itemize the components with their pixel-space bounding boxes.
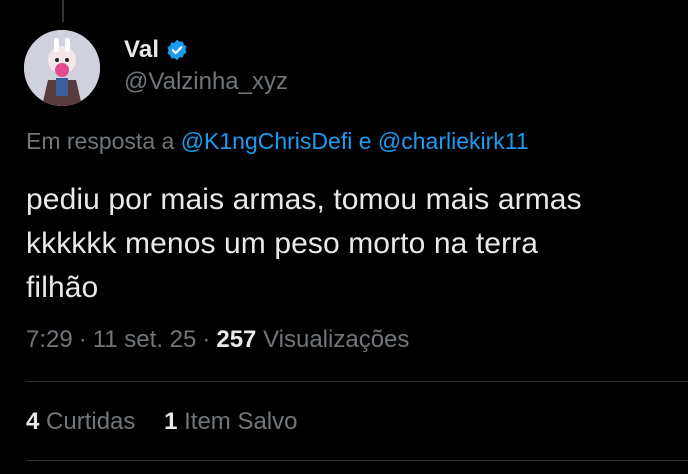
avatar[interactable] bbox=[24, 30, 100, 106]
author-handle[interactable]: @Valzinha_xyz bbox=[124, 68, 288, 96]
separator-dot: · bbox=[78, 326, 87, 353]
separator-dot: · bbox=[202, 326, 211, 353]
tweet-text-line: filhão bbox=[26, 271, 99, 304]
author-name-row: Val bbox=[124, 34, 188, 66]
likes-count: 4 bbox=[26, 408, 40, 435]
likes-label: Curtidas bbox=[46, 408, 136, 435]
views-count[interactable]: 257 bbox=[216, 326, 256, 353]
reply-context: Em resposta a @K1ngChrisDefi e @charliek… bbox=[26, 128, 529, 155]
engagement-stats: 4 Curtidas 1 Item Salvo bbox=[26, 408, 320, 436]
reply-prefix: Em resposta a bbox=[26, 128, 175, 154]
divider bbox=[26, 381, 688, 382]
saves-count: 1 bbox=[164, 408, 178, 435]
likes-stat[interactable]: 4 Curtidas bbox=[26, 408, 142, 435]
reply-mention-link[interactable]: @K1ngChrisDefi bbox=[181, 128, 353, 154]
verified-badge-icon[interactable] bbox=[166, 39, 188, 61]
tweet-date[interactable]: 11 set. 25 bbox=[93, 326, 197, 353]
tweet-text-line: kkkkkk menos um peso morto na terra bbox=[26, 227, 539, 260]
divider bbox=[26, 460, 688, 461]
author-display-name[interactable]: Val bbox=[124, 36, 159, 64]
views-label[interactable]: Visualizações bbox=[263, 326, 409, 353]
tweet-time[interactable]: 7:29 bbox=[26, 326, 73, 353]
reply-conjunction: e bbox=[358, 128, 372, 154]
tweet-text-line: pediu por mais armas, tomou mais armas bbox=[26, 183, 582, 216]
saves-label: Item Salvo bbox=[184, 408, 298, 435]
saves-stat[interactable]: 1 Item Salvo bbox=[164, 408, 297, 435]
avatar-image bbox=[24, 30, 100, 106]
thread-connector-line bbox=[62, 0, 64, 22]
reply-mention-link[interactable]: @charliekirk11 bbox=[378, 128, 529, 154]
tweet-text: pediu por mais armas, tomou mais armas k… bbox=[26, 178, 686, 310]
tweet-metadata: 7:29 · 11 set. 25 · 257 Visualizações bbox=[26, 326, 409, 354]
